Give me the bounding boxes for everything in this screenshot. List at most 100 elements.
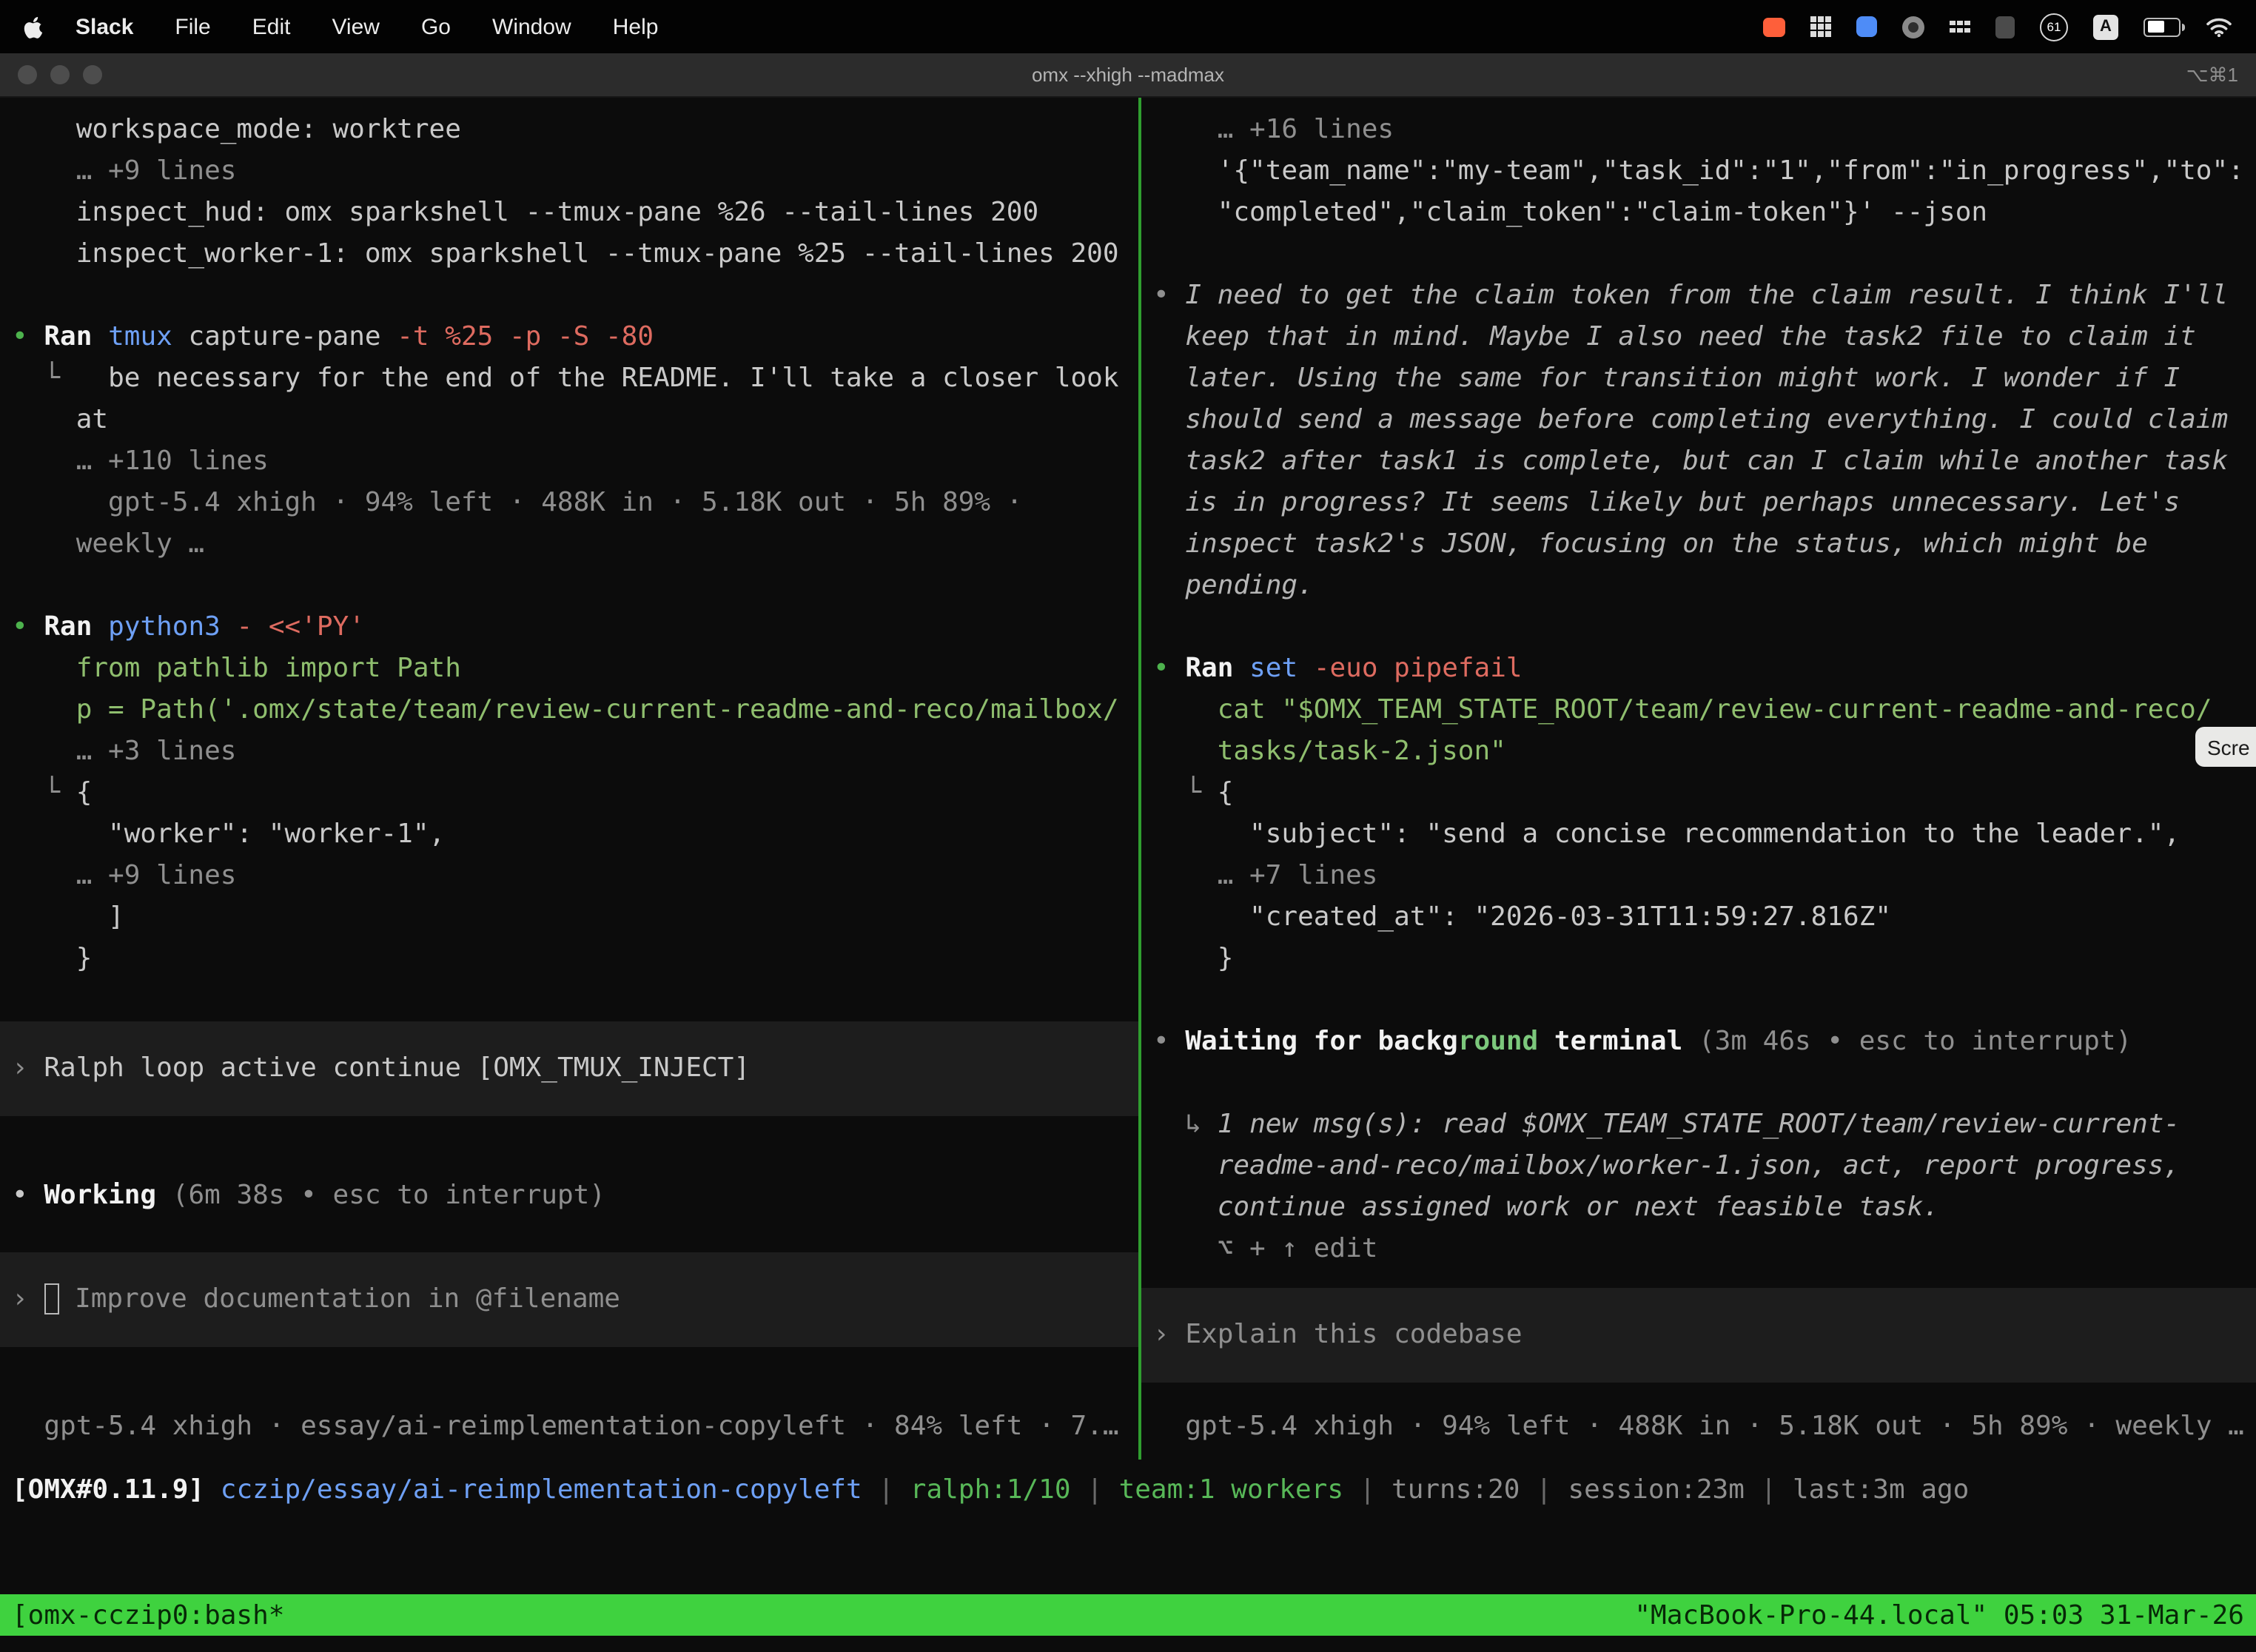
terminal-line: readme-and-reco/mailbox/worker-1.json, a… [1141,1146,2256,1187]
battery-percent-icon[interactable]: 61 [2040,13,2068,41]
text-segment: › [12,1052,44,1084]
text-segment: turns:20 [1391,1474,1520,1505]
text-segment: tasks/task-2.json" [1153,736,1506,767]
menu-edit[interactable]: Edit [252,14,291,39]
text-segment: pending. [1153,570,1314,601]
battery-icon[interactable] [2143,17,2181,36]
menu-go[interactable]: Go [421,14,451,39]
text-segment: set [1249,653,1314,684]
input-source-icon[interactable]: A [2093,14,2118,39]
text-segment: readme-and-reco/mailbox/worker-1.json, a… [1153,1150,2180,1181]
text-segment: last:3m ago [1793,1474,1969,1505]
text-segment: … +9 lines [12,155,236,187]
terminal-line: task2 after task1 is complete, but can I… [1141,441,2256,483]
window-title: omx --xhigh --madmax [0,64,2256,86]
dots-grid-icon[interactable] [1950,20,1970,33]
terminal-line: ] [0,897,1138,939]
right-terminal-pane[interactable]: … +16 lines '{"team_name":"my-team","tas… [1141,98,2256,1460]
text-segment: Ran [1185,653,1249,684]
text-segment: inspect_worker-1: omx sparkshell --tmux-… [12,238,1119,269]
thinking-line: • I need to get the claim token from the… [1141,275,2256,317]
text-segment: be necessary for the end of the README. … [108,363,1118,394]
window-shortcut-hint: ⌥⌘1 [2186,63,2238,87]
text-segment: | [1520,1474,1568,1505]
terminal-line: ⌥ + ↑ edit [1141,1229,2256,1270]
text-segment: from pathlib import Path [12,653,461,684]
terminal-line: … +16 lines [1141,110,2256,151]
wifi-icon[interactable] [2206,17,2232,36]
terminal-line: from pathlib import Path [0,648,1138,690]
text-segment: ralph:1/10 [910,1474,1071,1505]
text-segment: | [1745,1474,1793,1505]
menu-bar: Slack File Edit View Go Window Help 61 A [0,0,2256,53]
text-segment: inspect task2's JSON, focusing on the st… [1153,528,2148,560]
text-segment [58,1283,75,1314]
terminal-line [0,565,1138,607]
text-segment: … +9 lines [12,860,236,891]
terminal-line: pending. [1141,565,2256,607]
composer-input-left[interactable]: › Improve documentation in @filename [0,1252,1138,1347]
text-segment: -t %25 -p -S -80 [397,321,654,352]
text-segment: tmux [108,321,188,352]
menu-view[interactable]: View [332,14,380,39]
ran-tmux-capture-line: • Ran tmux capture-pane -t %25 -p -S -80 [0,317,1138,358]
terminal-line [1141,1063,2256,1104]
terminal-line: '{"team_name":"my-team","task_id":"1","f… [1141,151,2256,192]
tmux-status-bar: [omx-cczip0:bash* "MacBook-Pro-44.local"… [0,1594,2256,1636]
text-segment: terminal [1538,1026,1699,1057]
terminal-line: └ { [1141,773,2256,814]
text-segment: } [12,943,92,974]
terminal-line: should send a message before completing … [1141,400,2256,441]
text-segment: … +16 lines [1153,114,1394,145]
text-segment: gpt-5.4 xhigh · essay/ai-reimplementatio… [12,1411,1119,1442]
screen-overlay-pill[interactable]: Scre [2195,727,2256,767]
ran-python-line: • Ran python3 - <<'PY' [0,607,1138,648]
terminal-line: … +7 lines [1141,856,2256,897]
text-segment: Improve documentation in @filename [75,1283,620,1314]
text-segment: task2 after task1 is complete, but can I… [1153,446,2228,477]
text-segment: • [12,611,44,642]
raycast-icon[interactable] [1856,16,1877,37]
text-segment: └ [12,363,108,394]
text-segment: • [1153,280,1185,311]
text-segment: - <<'PY' [237,611,365,642]
menu-help[interactable]: Help [613,14,659,39]
tmux-session-label: [omx-cczip0:bash* [12,1599,284,1631]
text-segment: └ [12,777,76,808]
terminal-line: … +3 lines [0,731,1138,773]
text-segment: { [76,777,93,808]
input-source-label: A [2100,18,2112,36]
terminal-line: "created_at": "2026-03-31T11:59:27.816Z" [1141,897,2256,939]
terminal-line: at [0,400,1138,441]
screen-recording-indicator-icon[interactable] [1763,17,1785,36]
text-segment [204,1474,221,1505]
menu-window[interactable]: Window [492,14,571,39]
text-segment: • [12,1180,44,1211]
window-title-bar: omx --xhigh --madmax ⌥⌘1 [0,53,2256,98]
menu-file[interactable]: File [175,14,210,39]
terminal-line: "subject": "send a concise recommendatio… [1141,814,2256,856]
battery-percent-label: 61 [2047,19,2061,34]
text-segment: keep that in mind. Maybe I also need the… [1153,321,2196,352]
text-segment: | [862,1474,910,1505]
tmux-host-clock: "MacBook-Pro-44.local" 05:03 31-Mar-26 [1634,1599,2244,1631]
app-menu-slack[interactable]: Slack [75,14,133,39]
text-segment: | [1343,1474,1391,1505]
terminal-line: … +9 lines [0,856,1138,897]
terminal-line: └ be necessary for the end of the README… [0,358,1138,400]
text-segment: later. Using the same for transition mig… [1153,363,2180,394]
queued-message-ralph-loop[interactable]: › Ralph loop active continue [OMX_TMUX_I… [0,1021,1138,1116]
terminal-line [1141,980,2256,1021]
text-segment: gpt-5.4 xhigh · 94% left · 488K in · 5.1… [12,487,1022,518]
text-segment: inspect_hud: omx sparkshell --tmux-pane … [12,197,1038,228]
text-segment: } [1153,943,1233,974]
text-segment: team:1 workers [1119,1474,1343,1505]
status-item-icon[interactable] [1995,16,2015,38]
composer-input-right[interactable]: › Explain this codebase [1141,1288,2256,1383]
window-grid-icon[interactable] [1810,16,1831,37]
apple-menu[interactable] [24,16,43,38]
left-terminal-pane[interactable]: workspace_mode: worktree … +9 lines insp… [0,98,1138,1460]
text-segment: | [1071,1474,1119,1505]
text-segment: "created_at": "2026-03-31T11:59:27.816Z" [1153,901,1891,933]
app-status-icon[interactable] [1902,16,1924,38]
